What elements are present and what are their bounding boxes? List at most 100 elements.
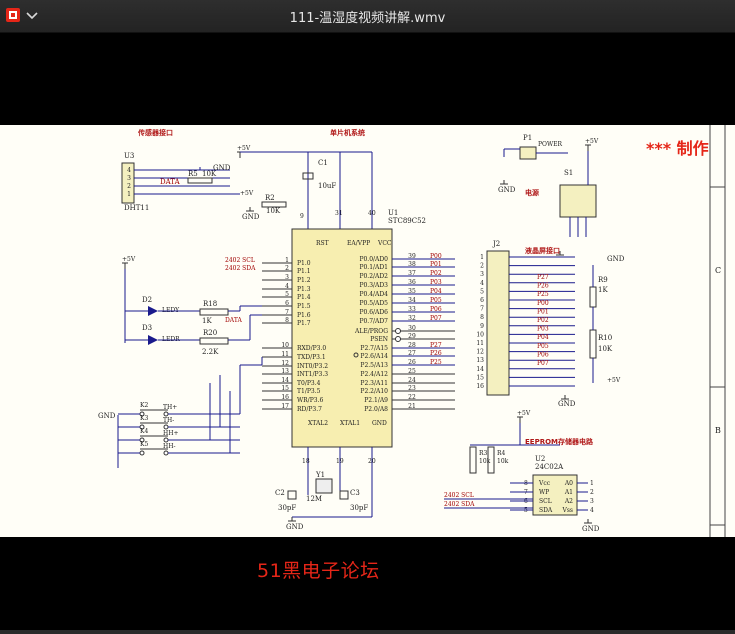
u3-pin-num: 2	[127, 183, 131, 190]
right-pin-name: P2.5/A13	[360, 362, 388, 369]
right-pin-num: 39	[408, 253, 416, 260]
u2-part: 24C02A	[535, 463, 564, 471]
j2-pin-num: 5	[480, 288, 484, 295]
left-pin-num: 16	[281, 394, 289, 401]
right-pin-num: 30	[408, 325, 416, 332]
c3-body	[339, 490, 349, 500]
left-pin-num: 15	[281, 385, 289, 392]
key-contact	[163, 411, 169, 417]
left-pin-net: 2402 SCL	[225, 257, 255, 264]
border-label-c: C	[715, 266, 721, 275]
j2-pin-num: 7	[480, 306, 484, 313]
r2-value: 10K	[266, 207, 281, 215]
right-pin-net: P02	[430, 270, 442, 277]
section-title-mcu: 单片机系统	[330, 128, 365, 137]
j2-pin-num: 2	[480, 263, 484, 270]
right-pin-num: 29	[408, 333, 416, 340]
left-pin-name: P1.1	[297, 268, 311, 275]
r5-ref: R5	[188, 170, 198, 178]
video-frame[interactable]: C B 传感器接口 单片机系统 电源 液晶屏接口 EEPROM存储器电路 U3 4 3 2 1 DHT1…	[0, 125, 735, 537]
right-pin-num: 32	[408, 315, 416, 322]
right-pin-num: 21	[408, 403, 416, 410]
u2-ref: U2	[535, 455, 545, 463]
section-title-lcd: 液晶屏接口	[525, 246, 560, 255]
lcd-net: P02	[537, 317, 549, 324]
r20-body	[199, 337, 229, 345]
left-pin-num: 1	[285, 257, 289, 264]
p1-label: POWER	[538, 141, 563, 148]
section-title-sensor: 传感器接口	[137, 128, 173, 137]
left-pin-name: RXD/P3.0	[297, 345, 326, 352]
key-net: TH-	[163, 417, 174, 424]
r9-ref: R9	[598, 276, 608, 284]
r20-value: 2.2K	[202, 348, 219, 356]
title-bar: 111-温湿度视频讲解.wmv	[0, 0, 735, 33]
left-pin-num: 7	[285, 309, 289, 316]
c2-value: 30pF	[278, 504, 296, 512]
left-pin-num: 5	[285, 291, 289, 298]
left-pin-num: 8	[285, 317, 289, 324]
right-pin-net: P04	[430, 288, 442, 295]
key-ref: K3	[140, 415, 148, 422]
vcc-label: +5V	[237, 145, 251, 152]
u3-pin-num: 4	[127, 167, 131, 174]
gnd-label: GND	[607, 255, 625, 263]
d3-ref: D3	[142, 324, 152, 332]
j2-pin-num: 15	[476, 374, 484, 381]
pin-29-dot	[395, 336, 401, 342]
xtal2-label: XTAL2	[308, 420, 328, 427]
lcd-net: P07	[537, 360, 549, 367]
right-pin-name: P0.1/AD1	[359, 264, 388, 271]
u3-part: DHT11	[124, 204, 149, 212]
left-pin-net: DATA	[225, 317, 242, 324]
vcc-label: +5V	[240, 190, 254, 197]
r3-ref: R3	[479, 450, 488, 457]
lcd-net: P00	[537, 300, 549, 307]
j2-body	[486, 250, 510, 396]
y1-ref: Y1	[315, 471, 325, 479]
right-pin-name: P0.0/AD0	[359, 256, 388, 263]
j2-pin-num: 9	[480, 323, 484, 330]
j2-pin-num: 12	[476, 349, 484, 356]
left-pin-num: 12	[281, 360, 289, 367]
right-pin-name: P0.3/AD3	[359, 282, 388, 289]
key-contact	[139, 450, 145, 456]
j2-pin-num: 13	[476, 357, 484, 364]
right-pin-net: P05	[430, 297, 442, 304]
left-pin-name: P1.0	[297, 260, 311, 267]
right-pin-name: P0.4/AD4	[359, 291, 388, 298]
p1-ref: P1	[523, 134, 532, 142]
u2-right-pin: Vss	[562, 507, 574, 514]
left-pin-name: P1.4	[297, 294, 311, 301]
schematic-diagram: CB传感器接口 单片机系统电源液晶屏接口EEPROM存储器电路U34321DHT1…	[98, 125, 726, 537]
r20-ref: R20	[203, 329, 217, 337]
right-pin-name: P2.1/A9	[364, 397, 388, 404]
bottom-edge	[0, 630, 735, 634]
right-pin-name: PSEN	[370, 336, 388, 343]
left-pin-name: P1.5	[297, 303, 311, 310]
u3-ref: U3	[124, 152, 134, 160]
left-pin-num: 11	[281, 351, 289, 358]
left-pin-net: 2402 SDA	[225, 265, 256, 272]
j2-ref: J2	[492, 240, 500, 248]
left-pin-name: P1.3	[297, 286, 311, 293]
right-pin-net: P06	[430, 306, 442, 313]
d2-ref: D2	[142, 296, 152, 304]
s1-body	[559, 184, 597, 218]
u1-ref: U1	[388, 209, 398, 217]
j2-pin-num: 4	[480, 280, 484, 287]
u2-right-pin: A1	[564, 489, 573, 496]
r10-body	[589, 329, 597, 359]
right-pin-num: 35	[408, 288, 416, 295]
left-pin-num: 6	[285, 300, 289, 307]
j2-pin-num: 10	[476, 331, 484, 338]
left-pin-num: 13	[281, 368, 289, 375]
r3-body	[469, 446, 477, 474]
lcd-net: P04	[537, 334, 549, 341]
r18-value: 1K	[202, 317, 212, 325]
key-contact	[163, 450, 169, 456]
left-pin-name: TXD/P3.1	[297, 354, 326, 361]
right-pin-name: P0.6/AD6	[359, 309, 388, 316]
r10-value: 10K	[598, 345, 613, 353]
key-contact	[163, 424, 169, 430]
